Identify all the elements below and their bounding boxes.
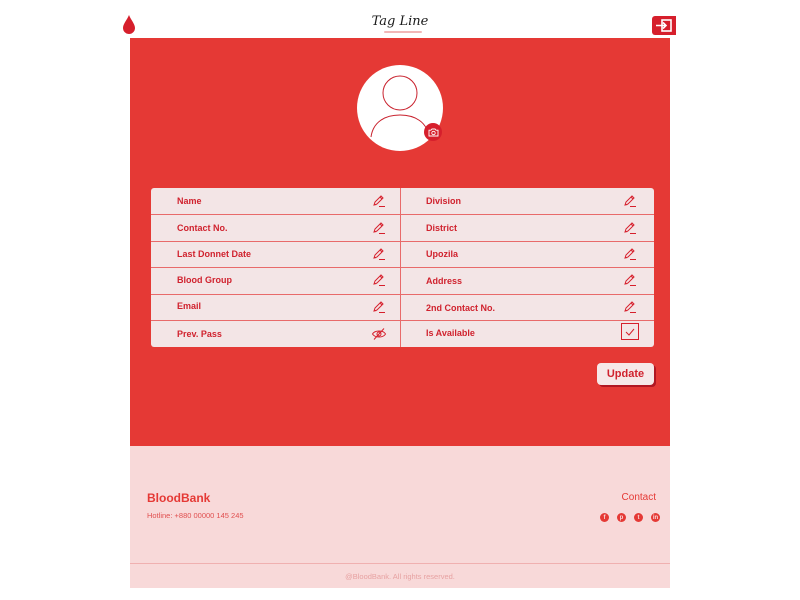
footer-hotline: Hotline: +880 00000 145 245 [147, 511, 244, 520]
edit-pencil-icon[interactable] [622, 299, 638, 315]
copyright: @BloodBank. All rights reserved. [345, 572, 455, 581]
footer-divider [130, 563, 670, 564]
edit-pencil-icon[interactable] [371, 299, 387, 315]
is-available-checkbox[interactable] [621, 323, 639, 340]
camera-button[interactable] [424, 123, 442, 141]
row-divider [151, 214, 654, 215]
linkedin-icon[interactable]: in [651, 513, 660, 522]
pinterest-icon[interactable]: p [617, 513, 626, 522]
field-label-last-donnet-date: Last Donnet Date [177, 249, 252, 259]
row-divider [151, 241, 654, 242]
footer-brand: BloodBank [147, 491, 211, 505]
page: Tag Line Name Contact No. Last Donnet Da… [123, 0, 676, 588]
row-divider [151, 267, 654, 268]
field-label-is-available: Is Available [426, 328, 475, 338]
field-label-contact: Contact No. [177, 223, 228, 233]
edit-pencil-icon[interactable] [622, 246, 638, 262]
row-divider [151, 294, 654, 295]
profile-section: Name Contact No. Last Donnet Date Blood … [130, 38, 670, 446]
edit-pencil-icon[interactable] [622, 193, 638, 209]
logout-icon [656, 19, 672, 32]
checkbox-checked-icon [625, 328, 635, 336]
row-divider [151, 320, 654, 321]
footer: BloodBank Hotline: +880 00000 145 245 Co… [130, 446, 670, 588]
twitter-icon[interactable]: t [634, 513, 643, 522]
facebook-icon[interactable]: f [600, 513, 609, 522]
field-label-blood-group: Blood Group [177, 275, 232, 285]
edit-pencil-icon[interactable] [622, 272, 638, 288]
field-label-district: District [426, 223, 458, 233]
field-label-name: Name [177, 196, 202, 206]
field-label-2nd-contact: 2nd Contact No. [426, 303, 495, 313]
field-label-division: Division [426, 196, 462, 206]
edit-pencil-icon[interactable] [622, 220, 638, 236]
edit-pencil-icon[interactable] [371, 272, 387, 288]
edit-pencil-icon[interactable] [371, 246, 387, 262]
update-button[interactable]: Update [597, 363, 654, 385]
tagline-underline [384, 31, 422, 33]
edit-pencil-icon[interactable] [371, 220, 387, 236]
header: Tag Line [123, 0, 676, 38]
field-label-address: Address [426, 276, 463, 286]
contact-link[interactable]: Contact [622, 492, 656, 503]
social-links: f p t in [600, 513, 660, 522]
camera-icon [428, 128, 438, 136]
field-label-email: Email [177, 301, 202, 311]
tagline: Tag Line [371, 14, 429, 29]
edit-pencil-icon[interactable] [371, 193, 387, 209]
field-label-upozila: Upozila [426, 249, 459, 259]
eye-off-icon[interactable] [371, 326, 387, 342]
profile-fields-table: Name Contact No. Last Donnet Date Blood … [151, 188, 654, 347]
field-label-prev-pass: Prev. Pass [177, 329, 222, 339]
logout-button[interactable] [652, 16, 676, 35]
